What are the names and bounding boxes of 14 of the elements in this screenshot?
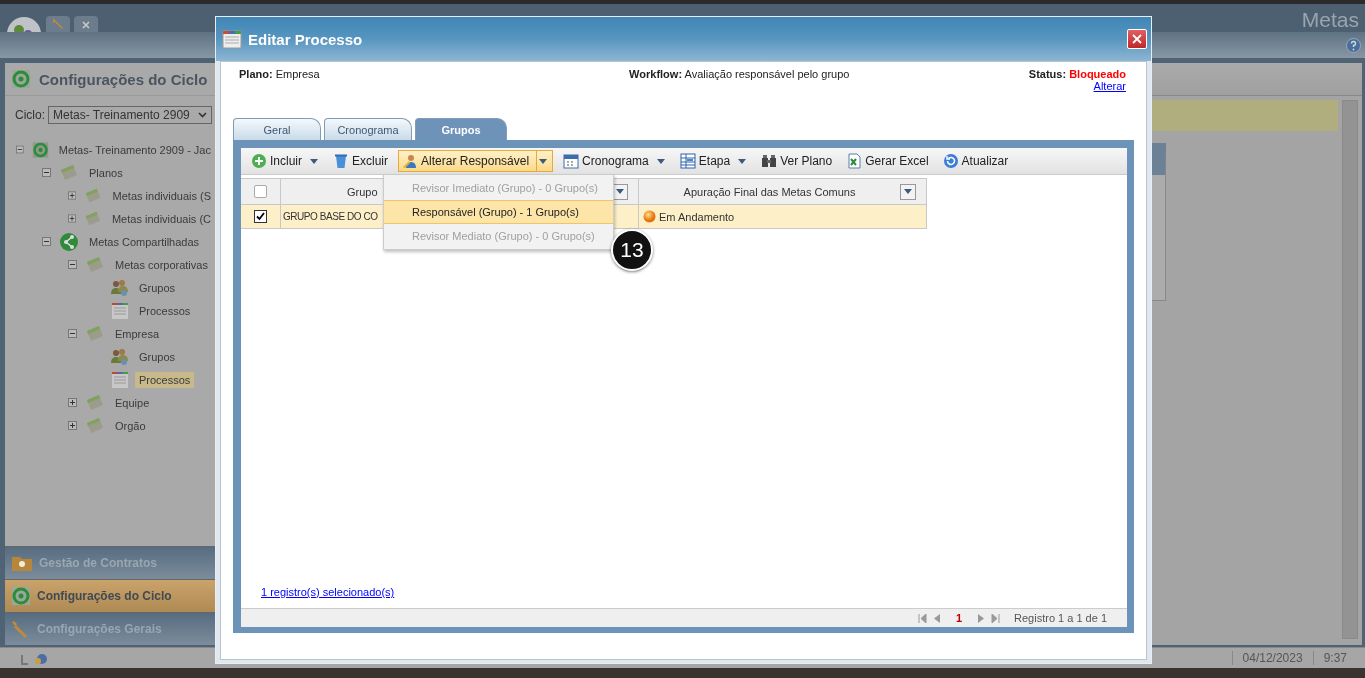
status-date: 04/12/2023: [1231, 651, 1313, 665]
record-count: Registro 1 a 1 de 1: [1014, 612, 1107, 624]
status-info: Status: Bloqueado: [1028, 68, 1126, 80]
table-cell-text: GRUPO BASE DO CO: [282, 211, 378, 222]
plan-info: Plano: Empresa: [239, 68, 320, 82]
cycle-label: Ciclo:: [15, 108, 45, 122]
table-cell-text: Em Andamento: [658, 210, 735, 223]
status-time: 9:37: [1312, 651, 1357, 665]
panel-title: Configurações do Ciclo: [39, 70, 208, 88]
column-header: Apuração Final das Metas Comuns: [682, 185, 857, 198]
app-title: Metas: [1301, 8, 1359, 32]
dialog-title: Editar Processo: [248, 30, 364, 48]
workflow-info: Workflow: Avaliação responsável pelo grupo: [629, 68, 850, 82]
column-header: Grupo: [347, 185, 378, 198]
